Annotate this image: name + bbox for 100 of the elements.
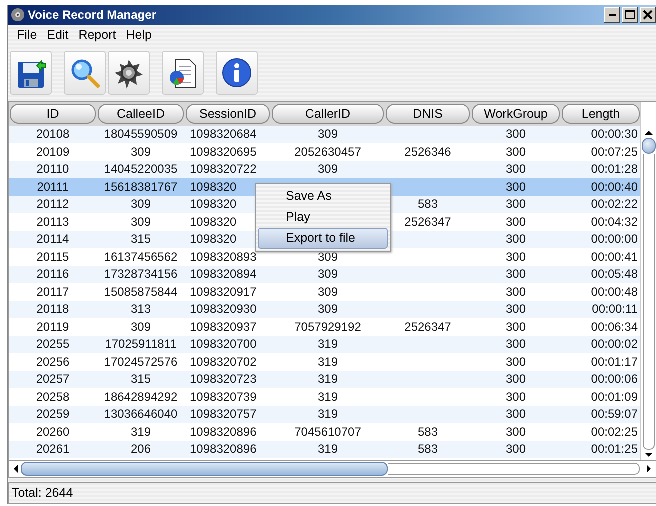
table-cell: 2526346 bbox=[404, 144, 452, 159]
table-cell: 1098320896 bbox=[190, 424, 257, 439]
table-cell: 17025911811 bbox=[105, 337, 177, 352]
table-cell: 20255 bbox=[36, 337, 70, 352]
table-cell: 1098320896 bbox=[190, 442, 257, 456]
menu-item[interactable]: Help bbox=[121, 28, 157, 42]
table-cell: 7045610707 bbox=[294, 424, 362, 439]
table-cell: 00:07:25 bbox=[591, 144, 638, 159]
info-icon bbox=[221, 56, 253, 89]
maximize-button[interactable] bbox=[622, 6, 638, 23]
column-header[interactable]: WorkGroup bbox=[472, 104, 560, 124]
minimize-button[interactable] bbox=[604, 6, 620, 23]
table-cell: 1098320684 bbox=[190, 127, 257, 142]
scroll-thumb[interactable] bbox=[642, 138, 656, 154]
table-cell: 300 bbox=[506, 144, 526, 159]
table-cell: 583 bbox=[418, 424, 438, 439]
table-cell: 309 bbox=[318, 127, 338, 142]
table-cell: 00:01:28 bbox=[591, 162, 638, 176]
table-cell: 1098320894 bbox=[190, 267, 257, 282]
table-cell: 2526347 bbox=[404, 214, 452, 229]
table-cell: 7057929192 bbox=[294, 320, 362, 334]
table-cell: 319 bbox=[318, 337, 338, 352]
table-cell: 00:00:11 bbox=[592, 302, 638, 316]
toolbar-button[interactable] bbox=[162, 50, 204, 95]
table-cell: 00:00:00 bbox=[591, 232, 638, 246]
menu-item[interactable]: Report bbox=[74, 28, 122, 42]
table-cell: 583 bbox=[418, 442, 438, 456]
column-header[interactable]: ID bbox=[10, 104, 96, 124]
table-cell: 300 bbox=[506, 354, 526, 369]
table-cell: 00:01:25 bbox=[591, 442, 638, 456]
table-cell: 315 bbox=[130, 232, 152, 246]
table-cell: 309 bbox=[318, 302, 338, 316]
table-cell: 20260 bbox=[36, 424, 70, 439]
table-cell: 20258 bbox=[36, 390, 70, 404]
table-cell: 319 bbox=[130, 424, 152, 439]
table-cell: 1098320739 bbox=[190, 390, 257, 404]
table-row[interactable]: 20255 17025911811 1098320700 319 300 00:00:02 bbox=[9, 336, 640, 354]
table-cell: 2052630457 bbox=[294, 144, 362, 159]
table-row[interactable]: 20257 315 1098320723 319 300 00:00:06 bbox=[9, 370, 640, 388]
table-cell: 206 bbox=[130, 442, 152, 456]
table-cell: 00:01:09 bbox=[591, 390, 638, 404]
table-row[interactable]: 20118 313 1098320930 309 300 00:00:11 bbox=[9, 300, 640, 318]
table-cell: 300 bbox=[506, 302, 526, 316]
table-cell: 20257 bbox=[36, 372, 70, 386]
table-cell: 2526347 bbox=[404, 320, 452, 334]
close-icon bbox=[643, 10, 653, 20]
toolbar-button[interactable] bbox=[216, 50, 258, 95]
table-cell: 1098320722 bbox=[190, 162, 257, 176]
table-cell: 00:00:30 bbox=[591, 127, 638, 142]
table-cell: 00:00:40 bbox=[591, 180, 638, 194]
table-cell: 1098320700 bbox=[190, 337, 257, 352]
scroll-thumb[interactable] bbox=[21, 462, 388, 476]
menu-item[interactable]: Play bbox=[256, 206, 390, 228]
status-text: Total: 2644 bbox=[12, 486, 74, 500]
table-cell: 20111 bbox=[37, 180, 69, 194]
table-cell: 309 bbox=[130, 144, 152, 159]
table-cell: 00:02:25 bbox=[591, 424, 638, 439]
table-row[interactable]: 20110 14045220035 1098320722 309 300 00:01:28 bbox=[9, 160, 640, 178]
table-cell: 319 bbox=[318, 354, 338, 369]
table-cell: 14045220035 bbox=[104, 162, 178, 176]
table-cell: 309 bbox=[318, 250, 338, 264]
table-cell: 00:06:34 bbox=[591, 320, 638, 334]
minimize-icon bbox=[608, 14, 616, 16]
table-cell: 1098320 bbox=[190, 214, 237, 229]
close-button[interactable] bbox=[640, 6, 656, 23]
horizontal-scrollbar[interactable] bbox=[8, 461, 656, 478]
table-row[interactable]: 20261 206 1098320896 319 583 300 00:01:25 bbox=[9, 440, 640, 458]
table-cell: 18642894292 bbox=[104, 390, 178, 404]
table-cell: 300 bbox=[506, 250, 526, 264]
table-row[interactable]: 20116 17328734156 1098320894 309 300 00:05:48 bbox=[9, 266, 640, 284]
disc-icon bbox=[11, 8, 25, 22]
column-header[interactable]: CallerID bbox=[272, 104, 384, 124]
table-cell: 300 bbox=[506, 320, 526, 334]
table-cell: 17328734156 bbox=[104, 267, 178, 282]
column-header[interactable]: CalleeID bbox=[98, 104, 184, 124]
table-row[interactable]: 20259 13036646040 1098320757 319 300 00:59:07 bbox=[9, 406, 640, 424]
column-header[interactable]: Length bbox=[562, 104, 640, 124]
table-cell: 300 bbox=[506, 372, 526, 386]
table-cell: 300 bbox=[506, 127, 526, 142]
window-title: Voice Record Manager bbox=[28, 8, 158, 22]
table-cell: 300 bbox=[506, 267, 526, 282]
table-cell: 300 bbox=[506, 214, 526, 229]
table-cell: 00:59:07 bbox=[591, 407, 638, 422]
menu-item[interactable]: Edit bbox=[42, 28, 74, 42]
table-cell: 319 bbox=[318, 390, 338, 404]
table-cell: 1098320 bbox=[190, 197, 237, 212]
column-header[interactable]: SessionID bbox=[186, 104, 270, 124]
table-cell: 300 bbox=[506, 180, 526, 194]
toolbar-button[interactable] bbox=[108, 50, 150, 95]
menu-item[interactable]: File bbox=[12, 28, 42, 42]
table-cell: 1098320702 bbox=[190, 354, 257, 369]
toolbar-button[interactable] bbox=[10, 50, 52, 95]
table-cell: 20108 bbox=[36, 127, 70, 142]
table-cell: 1098320 bbox=[190, 232, 237, 246]
column-header[interactable]: DNIS bbox=[386, 104, 470, 124]
table-cell: 583 bbox=[418, 197, 438, 212]
table-cell: 319 bbox=[318, 442, 338, 456]
menu-item[interactable]: Save As bbox=[256, 186, 390, 207]
menu-item[interactable]: Export to file bbox=[258, 228, 388, 249]
vertical-scrollbar[interactable] bbox=[640, 102, 656, 460]
